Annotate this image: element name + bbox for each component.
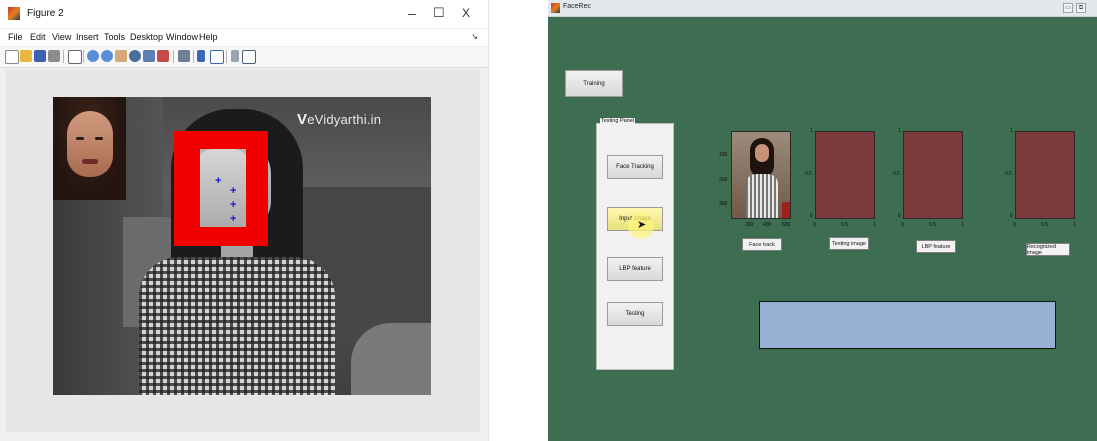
figure-toolbar bbox=[0, 47, 488, 68]
lbp-feature-button[interactable]: LBP feature bbox=[607, 257, 663, 281]
pan-icon[interactable] bbox=[115, 50, 127, 62]
matlab-logo-icon bbox=[551, 3, 560, 13]
restore-button[interactable]: ⧉ bbox=[1076, 3, 1086, 13]
maximize-button[interactable]: ☐ bbox=[433, 5, 445, 21]
y-tick-label: 1 bbox=[1010, 128, 1013, 134]
x-tick-label: 0 bbox=[813, 222, 816, 228]
new-figure-icon[interactable] bbox=[5, 50, 19, 64]
menu-edit[interactable]: Edit bbox=[30, 32, 46, 42]
recognized-image-label: Recognized image bbox=[1026, 243, 1070, 256]
lbp-feature-axes bbox=[903, 131, 963, 219]
figure-title: Figure 2 bbox=[27, 8, 64, 19]
face-track-axes bbox=[731, 131, 791, 219]
testing-button[interactable]: Testing bbox=[607, 302, 663, 326]
x-tick-label: 1 bbox=[961, 222, 964, 228]
minimize-button[interactable]: – bbox=[408, 5, 416, 21]
dock-arrow-icon[interactable]: ↘ bbox=[471, 32, 478, 41]
feature-marker: + bbox=[230, 185, 237, 197]
y-tick-label: 0.5 bbox=[893, 171, 900, 177]
close-button[interactable]: X bbox=[462, 6, 470, 20]
minimize-button[interactable]: ▭ bbox=[1063, 3, 1073, 13]
y-tick-label: 0.5 bbox=[805, 171, 812, 177]
matlab-logo-icon bbox=[8, 7, 20, 20]
facerec-title: FaceRec bbox=[563, 3, 592, 10]
zoom-in-icon[interactable] bbox=[87, 50, 99, 62]
link-icon[interactable] bbox=[178, 50, 190, 62]
figure-window: Figure 2 – ☐ X File Edit View Insert Too… bbox=[0, 0, 489, 441]
y-tick-label: 100 bbox=[719, 152, 728, 158]
open-file-icon[interactable] bbox=[20, 50, 32, 62]
y-tick-label: 1 bbox=[898, 128, 901, 134]
x-tick-label: 200 bbox=[745, 222, 754, 228]
result-display-box bbox=[759, 301, 1056, 349]
data-cursor-icon[interactable] bbox=[143, 50, 155, 62]
tracked-face-region bbox=[200, 149, 246, 227]
pointer-icon[interactable] bbox=[68, 50, 82, 64]
face-tracking-button[interactable]: Face Tracking bbox=[607, 155, 663, 179]
menu-view[interactable]: View bbox=[52, 32, 71, 42]
x-tick-label: 600 bbox=[782, 222, 791, 228]
chair bbox=[351, 323, 431, 395]
mouse-cursor-icon: ➤ bbox=[637, 219, 647, 231]
x-tick-label: 1 bbox=[873, 222, 876, 228]
y-tick-label: 300 bbox=[719, 201, 728, 207]
save-icon[interactable] bbox=[34, 50, 46, 62]
testing-image-label: Testing image bbox=[829, 237, 869, 250]
legend-icon[interactable] bbox=[210, 50, 224, 64]
y-tick-label: 200 bbox=[719, 177, 728, 183]
y-tick-label: 0 bbox=[810, 213, 813, 219]
x-tick-label: 0.5 bbox=[1041, 222, 1048, 228]
zoom-out-icon[interactable] bbox=[101, 50, 113, 62]
lbp-feature-label: LBP feature bbox=[916, 240, 956, 253]
x-tick-label: 1 bbox=[1073, 222, 1076, 228]
face-track-label: Face track bbox=[742, 238, 782, 251]
menu-help[interactable]: Help bbox=[199, 32, 218, 42]
y-tick-label: 0.5 bbox=[1005, 171, 1012, 177]
recognized-image-axes bbox=[1015, 131, 1075, 219]
testing-panel-title: Testing Panel bbox=[600, 118, 636, 124]
x-tick-label: 400 bbox=[763, 222, 772, 228]
hide-plot-tools-icon[interactable] bbox=[231, 50, 239, 62]
print-icon[interactable] bbox=[48, 50, 60, 62]
colorbar-icon[interactable] bbox=[197, 50, 205, 62]
feature-marker: + bbox=[230, 213, 237, 225]
training-button[interactable]: Training bbox=[565, 70, 623, 97]
face-thumbnail-image bbox=[53, 97, 126, 200]
feature-marker: + bbox=[230, 199, 237, 211]
x-tick-label: 0.5 bbox=[929, 222, 936, 228]
figure-titlebar[interactable]: Figure 2 – ☐ X bbox=[0, 0, 488, 28]
feature-marker: + bbox=[215, 175, 222, 187]
y-tick-label: 1 bbox=[810, 128, 813, 134]
menu-window[interactable]: Window bbox=[166, 32, 198, 42]
menu-desktop[interactable]: Desktop bbox=[130, 32, 163, 42]
show-plot-tools-icon[interactable] bbox=[242, 50, 256, 64]
x-tick-label: 0.5 bbox=[841, 222, 848, 228]
watermark-text: VeVidyarthi.in bbox=[297, 111, 382, 128]
figure-menubar: File Edit View Insert Tools Desktop Wind… bbox=[0, 29, 488, 46]
facerec-titlebar[interactable]: FaceRec ▭ ⧉ bbox=[548, 0, 1097, 17]
checkered-shirt bbox=[139, 257, 335, 395]
menu-insert[interactable]: Insert bbox=[76, 32, 99, 42]
brush-icon[interactable] bbox=[157, 50, 169, 62]
facerec-window: FaceRec ▭ ⧉ Training Testing Panel Face … bbox=[548, 0, 1097, 441]
menu-tools[interactable]: Tools bbox=[104, 32, 125, 42]
y-tick-label: 0 bbox=[1010, 213, 1013, 219]
x-tick-label: 0 bbox=[1013, 222, 1016, 228]
testing-image-axes bbox=[815, 131, 875, 219]
x-tick-label: 0 bbox=[901, 222, 904, 228]
rotate-3d-icon[interactable] bbox=[129, 50, 141, 62]
y-tick-label: 0 bbox=[898, 213, 901, 219]
menu-file[interactable]: File bbox=[8, 32, 23, 42]
